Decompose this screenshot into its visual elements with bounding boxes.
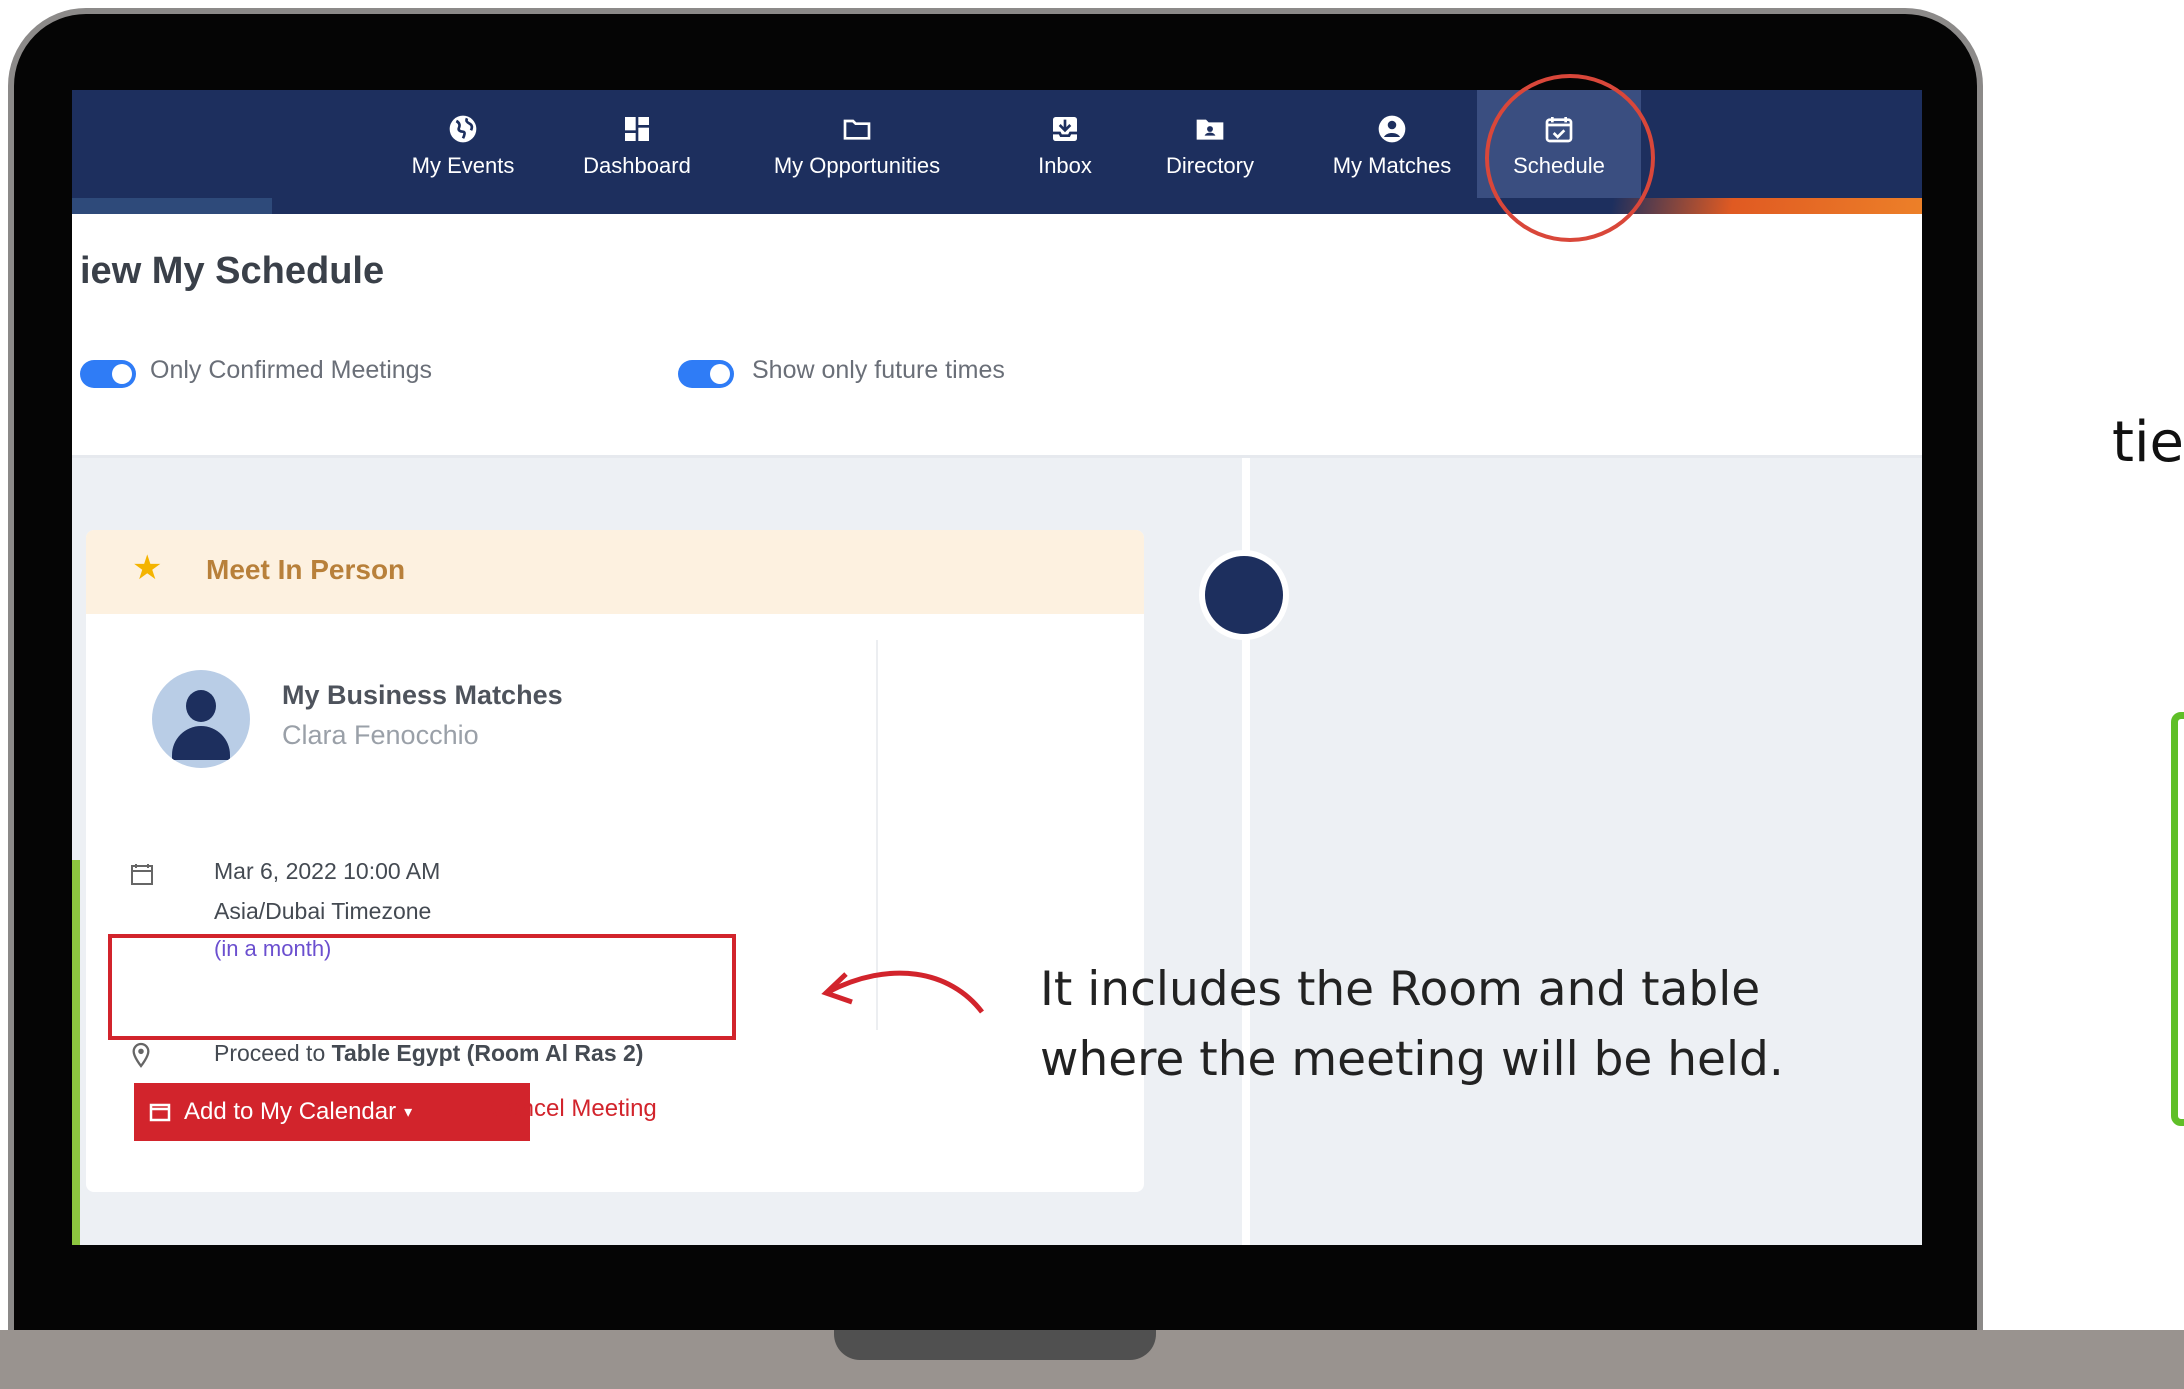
user-circle-icon: [1378, 115, 1406, 143]
meeting-location: Proceed to Table Egypt (Room Al Ras 2): [214, 1040, 643, 1067]
nav-item-dashboard[interactable]: Dashboard: [562, 90, 712, 198]
caret-down-icon: ▾: [404, 1104, 413, 1121]
match-title: My Business Matches: [282, 680, 563, 710]
avatar: [152, 670, 250, 768]
location-table-room: Table Egypt (Room Al Ras 2): [331, 1040, 644, 1066]
app-screen: My Events Dashboard My Opportunities Inb…: [72, 90, 1922, 1245]
calendar-icon: [131, 864, 153, 885]
cropped-text-fragment: tie: [2112, 410, 2184, 475]
nav-label: Inbox: [1038, 153, 1092, 178]
timeline-dot: [1199, 550, 1289, 640]
nav-item-my-opportunities[interactable]: My Opportunities: [742, 90, 972, 198]
meeting-type-heading: Meet In Person: [206, 554, 406, 585]
inbox-icon: [1053, 117, 1077, 141]
match-name: Clara Fenocchio: [282, 720, 479, 750]
laptop-notch: [834, 1330, 1156, 1360]
location-highlight-box: [108, 934, 736, 1040]
nav-item-directory[interactable]: Directory: [1140, 90, 1280, 198]
globe-icon: [449, 115, 477, 143]
location-prefix: Proceed to: [214, 1040, 332, 1066]
future-times-toggle[interactable]: [678, 360, 734, 388]
folder-icon: [843, 119, 871, 140]
header-banner: [72, 198, 1922, 214]
page-title: iew My Schedule: [80, 250, 385, 292]
meeting-date: Mar 6, 2022 10:00 AM: [214, 858, 441, 884]
annotation-line-1: It includes the Room and table: [1040, 962, 1761, 1017]
schedule-highlight-circle: [1485, 74, 1655, 242]
add-to-calendar-button[interactable]: Add to My Calendar ▾: [134, 1083, 530, 1141]
slide: My Events Dashboard My Opportunities Inb…: [0, 0, 2184, 1389]
red-arrow-icon: [821, 970, 984, 1014]
directory-icon: [1196, 119, 1224, 140]
nav-label: My Matches: [1332, 153, 1452, 178]
nav-item-inbox[interactable]: Inbox: [1010, 90, 1120, 198]
confirmed-meetings-toggle[interactable]: [80, 360, 136, 388]
dashboard-icon: [625, 117, 649, 141]
calendar-icon: [149, 1103, 171, 1122]
annotation-text: It includes the Room and table where the…: [1040, 955, 1784, 1095]
meeting-timezone: Asia/Dubai Timezone: [214, 898, 432, 924]
future-times-label: Show only future times: [752, 356, 1005, 384]
confirmed-meetings-label: Only Confirmed Meetings: [150, 356, 433, 384]
nav-label: My Events: [411, 153, 515, 178]
nav-label: Dashboard: [583, 153, 691, 178]
location-pin-icon: [132, 1042, 150, 1068]
schedule-header: iew My Schedule Only Confirmed Meetings …: [72, 214, 1922, 458]
star-icon: ★: [132, 549, 163, 587]
cancel-meeting-link[interactable]: Cancel Meeting: [490, 1095, 657, 1123]
nav-item-my-events[interactable]: My Events: [390, 90, 536, 198]
annotation-line-2: where the meeting will be held.: [1040, 1032, 1784, 1087]
green-accent-bar: [2171, 712, 2184, 1126]
meeting-card-header: ★ Meet In Person: [86, 530, 1144, 614]
add-to-calendar-label: Add to My Calendar: [184, 1098, 397, 1125]
nav-label: Directory: [1165, 153, 1254, 178]
nav-item-my-matches[interactable]: My Matches: [1312, 90, 1472, 198]
nav-label: My Opportunities: [773, 153, 941, 178]
side-accent-strip: [72, 860, 80, 1245]
